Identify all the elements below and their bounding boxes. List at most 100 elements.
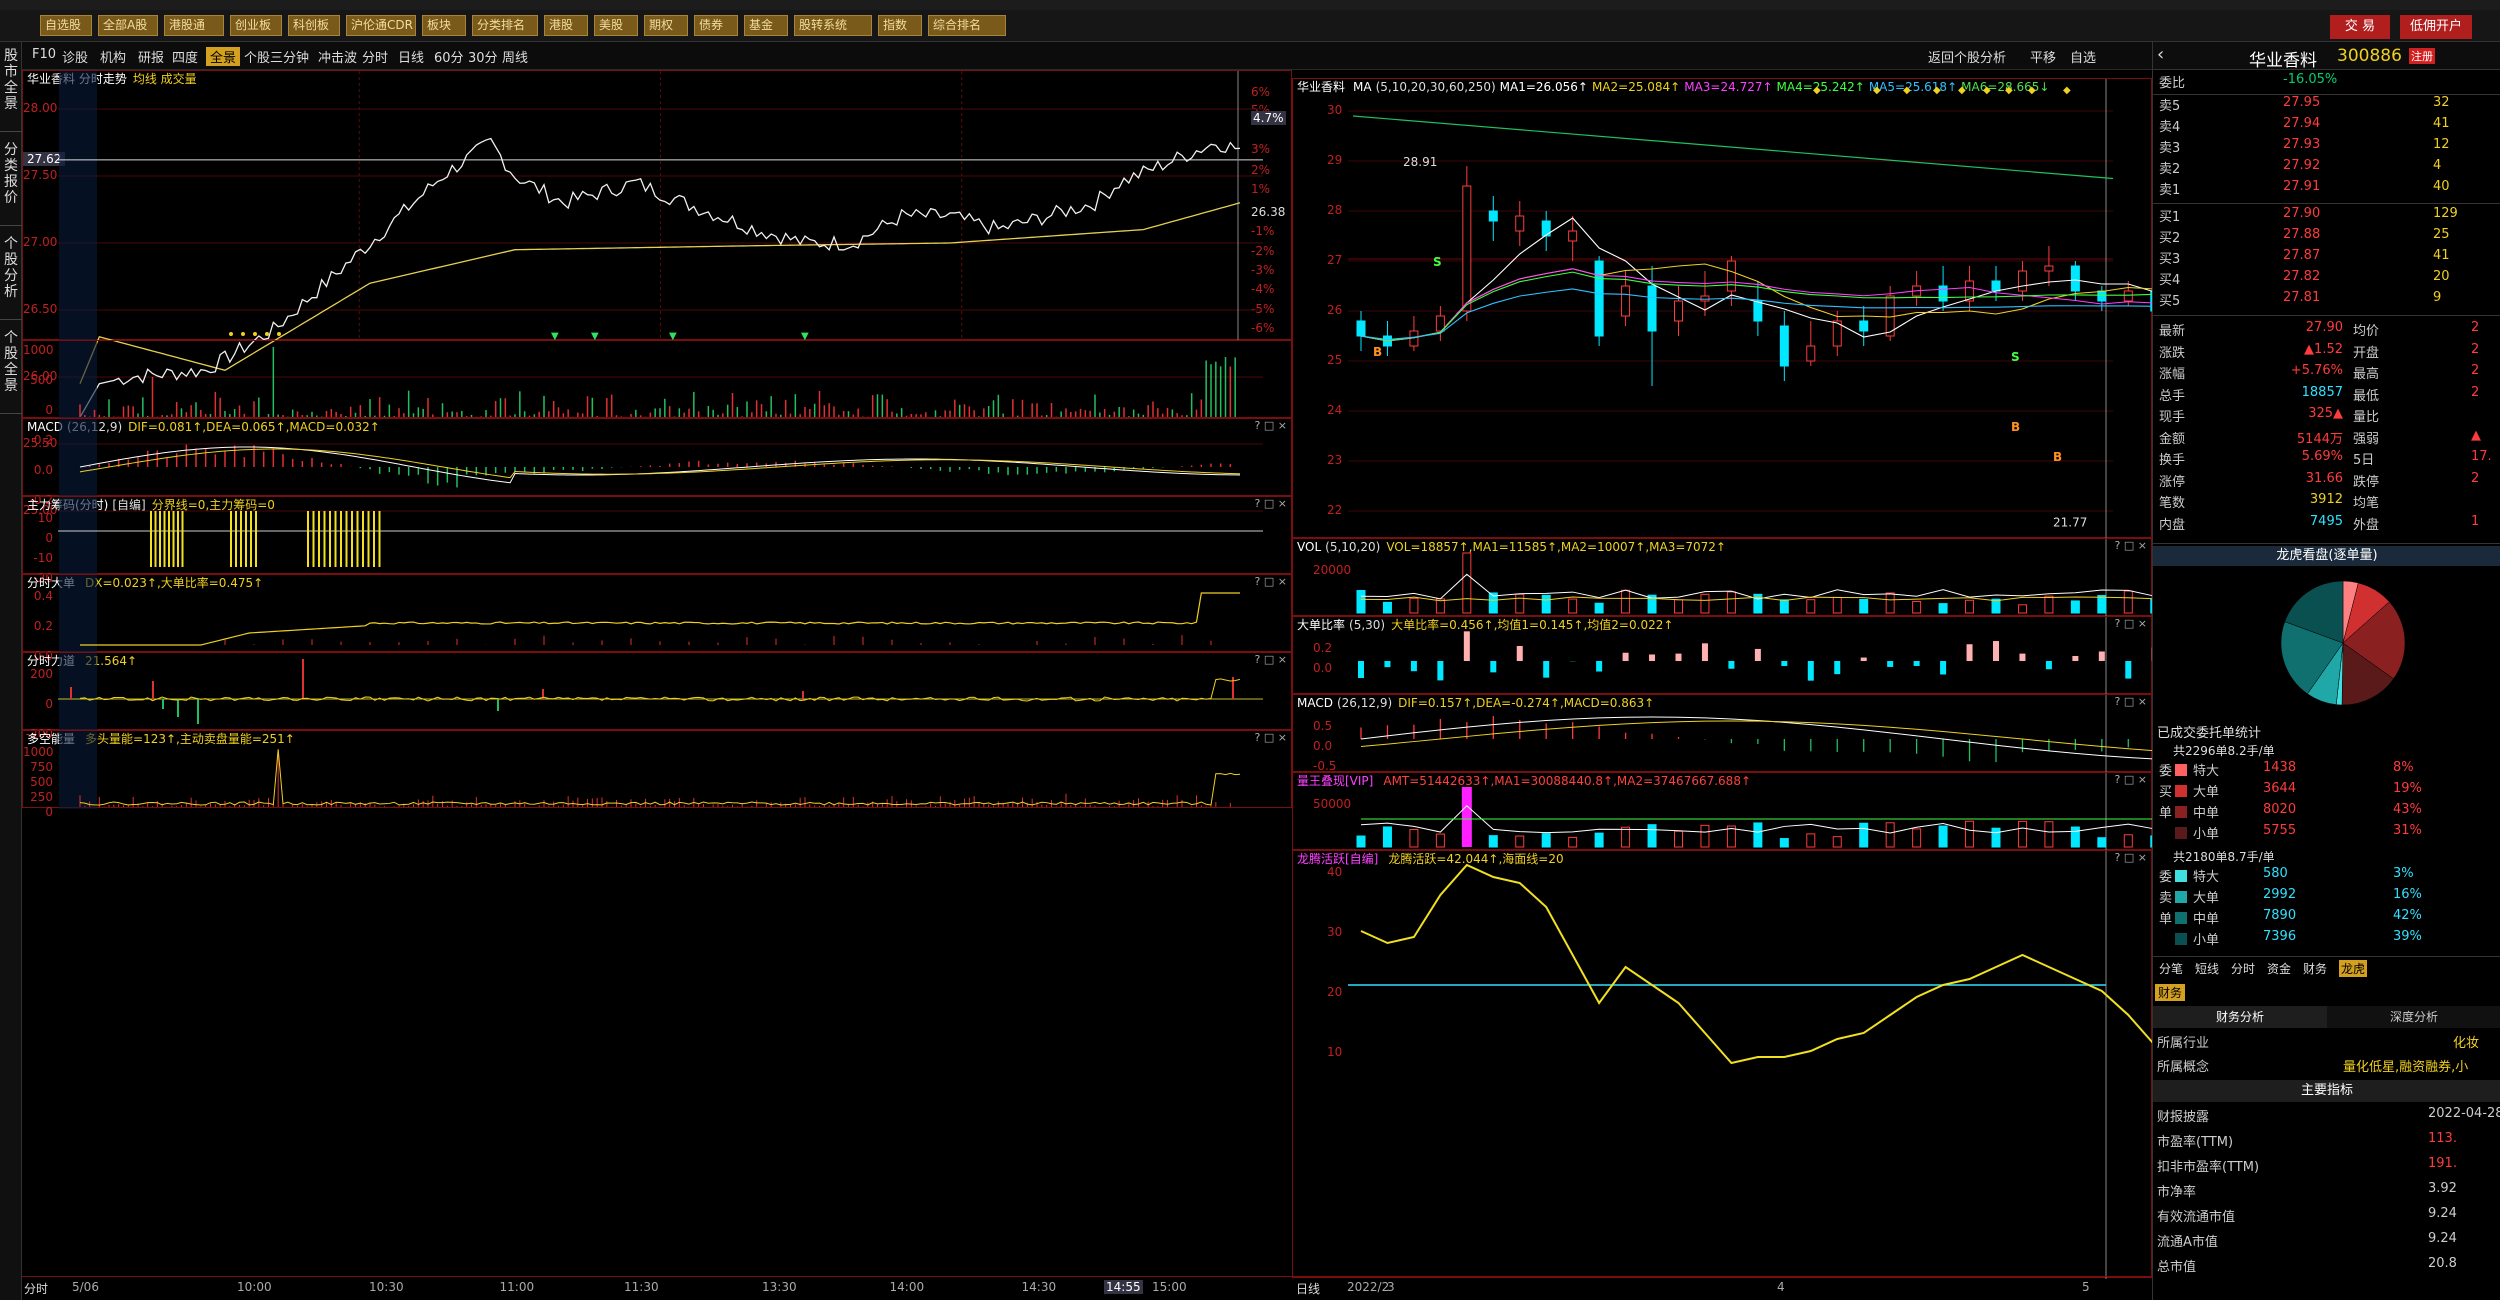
stat-label: 总手 xyxy=(2159,388,2186,404)
indicator-tick: 0.2 xyxy=(1313,641,1333,655)
finance-key: 流通A市值 xyxy=(2157,1235,2218,1250)
tab-2[interactable]: 机构 xyxy=(100,47,126,66)
time-label: 5/06 xyxy=(72,1280,99,1294)
dragon-tab-3[interactable]: 资金 xyxy=(2267,960,2291,977)
dragon-subtitle: 已成交委托单统计 xyxy=(2157,726,2262,741)
stat-row: 现手 325▲ 量比 xyxy=(2153,406,2500,428)
bid-level: 买5 xyxy=(2159,294,2181,309)
bid-price: 27.82 xyxy=(2283,269,2321,284)
toolbar-button-13[interactable]: 股转系统 xyxy=(794,15,872,36)
side-char: 委 xyxy=(2159,870,2173,885)
finance-sub-0[interactable]: 财务分析 xyxy=(2153,1006,2327,1028)
daily-lwvol-panel: 量王叠现[VIP] AMT=51442633↑,MA1=30088440.8↑,M… xyxy=(1292,772,2500,851)
left-nav-tab-3[interactable]: 个股全景 xyxy=(0,324,22,414)
tab-10[interactable]: 60分 xyxy=(434,47,464,66)
bid-row[interactable]: 买2 27.88 25 xyxy=(2153,227,2500,249)
stat-value: 31.66 xyxy=(2305,470,2343,486)
toolbar-button-2[interactable]: 港股通 xyxy=(164,15,224,36)
ask-row[interactable]: 卖4 27.94 41 xyxy=(2153,116,2500,138)
indicator-tick: -0.5 xyxy=(1313,759,1337,773)
toolbar-button-7[interactable]: 分类排名 xyxy=(472,15,538,36)
tab-1[interactable]: 诊股 xyxy=(62,47,88,66)
toolbar-button-0[interactable]: 自选股 xyxy=(40,15,92,36)
tab-12[interactable]: 周线 xyxy=(502,47,528,66)
stat-label: 涨幅 xyxy=(2159,367,2186,382)
svg-text:B: B xyxy=(2011,420,2020,434)
bid-volume: 20 xyxy=(2433,269,2450,284)
ask-row[interactable]: 卖3 27.93 12 xyxy=(2153,137,2500,159)
dragon-tab-5[interactable]: 龙虎 xyxy=(2339,960,2368,977)
ask-row[interactable]: 卖1 27.91 40 xyxy=(2153,179,2500,201)
time-label: 14:30 xyxy=(1021,1280,1057,1294)
stat-value: 3912 xyxy=(2309,492,2343,507)
dragon-tab-2[interactable]: 分时 xyxy=(2231,960,2255,977)
stat-label-2: 最高 xyxy=(2353,367,2380,382)
daily-footer[interactable]: 日线 xyxy=(1296,1280,1320,1297)
ask-volume: 40 xyxy=(2433,179,2450,194)
toolbar-button-3[interactable]: 创业板 xyxy=(230,15,282,36)
industry-label: 所属行业 xyxy=(2157,1036,2210,1051)
finance-sub-1[interactable]: 深度分析 xyxy=(2327,1006,2500,1028)
size-volume: 580 xyxy=(2263,866,2288,881)
bid-row[interactable]: 买1 27.90 129 xyxy=(2153,206,2500,228)
bid-row[interactable]: 买5 27.81 9 xyxy=(2153,290,2500,312)
buy-row: 单小单575531% xyxy=(2153,823,2500,843)
toolbar-button-6[interactable]: 板块 xyxy=(422,15,466,36)
bid-row[interactable]: 买4 27.82 20 xyxy=(2153,269,2500,291)
tab-4[interactable]: 四度 xyxy=(172,47,198,66)
toolbar-button-9[interactable]: 美股 xyxy=(594,15,638,36)
left-nav-tab-0[interactable]: 股市全景 xyxy=(0,42,22,132)
toolbar-button-10[interactable]: 期权 xyxy=(644,15,688,36)
toolbar-button-11[interactable]: 债券 xyxy=(694,15,738,36)
stat-label: 笔数 xyxy=(2159,496,2186,511)
key-indicators-title: 主要指标 xyxy=(2153,1080,2500,1102)
bid-level: 买4 xyxy=(2159,273,2181,288)
size-label: 大单 xyxy=(2193,785,2220,800)
indicator-tick: 0.0 xyxy=(1313,739,1333,753)
toolbar-button-4[interactable]: 科创板 xyxy=(288,15,340,36)
right-tab-2[interactable]: 自选 xyxy=(2070,47,2096,66)
left-nav-tab-2[interactable]: 个股分析 xyxy=(0,230,22,320)
right-tab-0[interactable]: 返回个股分析 xyxy=(1928,47,2006,66)
time-label: 10:00 xyxy=(237,1280,272,1294)
tab-8[interactable]: 分时 xyxy=(362,47,388,66)
intraday-chips-panel: 主力筹码(分时)[自编]分界线=0,主力筹码=0? □ ×100-10-20 xyxy=(22,496,1292,585)
left-nav-tab-1[interactable]: 分类报价 xyxy=(0,136,22,226)
dragon-tab-4[interactable]: 财务 xyxy=(2303,960,2327,977)
time-label: 15:00 xyxy=(1152,1280,1187,1294)
stat-row: 涨幅 +5.76% 最高 2 xyxy=(2153,363,2500,385)
date-label: 4 xyxy=(1777,1280,1785,1294)
size-volume: 2992 xyxy=(2263,887,2297,902)
back-chevron-icon[interactable]: ‹ xyxy=(2157,44,2164,65)
toolbar-button-8[interactable]: 港股 xyxy=(544,15,588,36)
ask-price: 27.92 xyxy=(2283,158,2321,173)
ask-level: 卖1 xyxy=(2159,183,2181,198)
open-account-button[interactable]: 低佣开户 xyxy=(2400,15,2472,39)
tab-11[interactable]: 30分 xyxy=(468,47,498,66)
stat-label: 内盘 xyxy=(2159,517,2186,533)
toolbar-button-14[interactable]: 指数 xyxy=(878,15,922,36)
toolbar-button-1[interactable]: 全部A股 xyxy=(98,15,158,36)
dragon-tab-0[interactable]: 分笔 xyxy=(2159,960,2183,977)
trade-button[interactable]: 交 易 xyxy=(2330,15,2390,39)
intraday-footer[interactable]: 分时 xyxy=(24,1280,48,1297)
svg-text:◆: ◆ xyxy=(2063,85,2071,96)
tab-5[interactable]: 全景 xyxy=(206,47,241,66)
size-label: 中单 xyxy=(2193,912,2220,927)
finance-tab[interactable]: 财务 xyxy=(2155,984,2186,1001)
dragon-tab-1[interactable]: 短线 xyxy=(2195,960,2219,977)
bid-row[interactable]: 买3 27.87 41 xyxy=(2153,248,2500,270)
ask-row[interactable]: 卖5 27.95 32 xyxy=(2153,95,2500,117)
tab-3[interactable]: 研报 xyxy=(138,47,164,66)
ask-row[interactable]: 卖2 27.92 4 xyxy=(2153,158,2500,180)
tab-0[interactable]: F10 xyxy=(32,47,56,62)
right-tab-1[interactable]: 平移 xyxy=(2030,47,2056,66)
finance-key: 市盈率(TTM) xyxy=(2157,1135,2234,1150)
toolbar-button-12[interactable]: 基金 xyxy=(744,15,788,36)
toolbar-button-5[interactable]: 沪伦通CDR xyxy=(346,15,416,36)
side-char: 卖 xyxy=(2159,891,2173,906)
tab-6[interactable]: 个股三分钟 xyxy=(244,47,309,66)
toolbar-button-15[interactable]: 综合排名 xyxy=(928,15,1006,36)
tab-9[interactable]: 日线 xyxy=(398,47,424,66)
tab-7[interactable]: 冲击波 xyxy=(318,47,357,66)
